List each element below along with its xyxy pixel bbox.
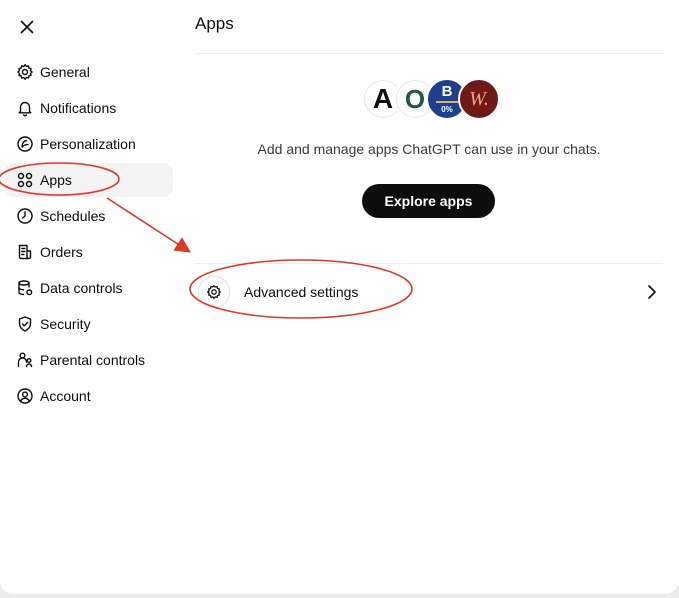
database-icon (16, 279, 34, 297)
personalization-icon (16, 135, 34, 153)
app-logos: A O B 0% W. (362, 78, 500, 120)
sidebar-item-label: General (40, 64, 90, 80)
user-circle-icon (16, 387, 34, 405)
app-logo-b-letter: B (441, 83, 453, 100)
receipt-icon (16, 243, 34, 261)
close-icon (20, 20, 34, 34)
page-title: Apps (195, 14, 234, 33)
settings-modal: General Notifications Personalization Ap… (0, 0, 679, 594)
gear-icon (198, 276, 230, 308)
close-button[interactable] (14, 14, 40, 40)
parent-child-icon (16, 351, 34, 369)
sidebar-item-label: Personalization (40, 136, 136, 152)
sidebar-item-schedules[interactable]: Schedules (5, 199, 173, 233)
sidebar-item-parental-controls[interactable]: Parental controls (5, 343, 173, 377)
advanced-settings-label: Advanced settings (244, 284, 359, 300)
bell-icon (16, 99, 34, 117)
app-logo-o-letter: O (404, 83, 426, 114)
advanced-settings-row[interactable]: Advanced settings (195, 272, 663, 312)
app-logo-b-stripe (436, 101, 458, 103)
sidebar-item-label: Account (40, 388, 91, 404)
gear-icon (16, 63, 34, 81)
sidebar-item-notifications[interactable]: Notifications (5, 91, 173, 125)
sidebar-item-label: Orders (40, 244, 83, 260)
shield-icon (16, 315, 34, 333)
sidebar-item-label: Data controls (40, 280, 123, 296)
header-divider (195, 53, 663, 54)
sidebar-item-label: Notifications (40, 100, 117, 116)
sidebar-item-label: Apps (40, 172, 72, 188)
sidebar-item-label: Security (40, 316, 91, 332)
sidebar-item-label: Parental controls (40, 352, 146, 368)
explore-apps-button[interactable]: Explore apps (362, 184, 495, 218)
apps-grid-icon (16, 171, 34, 189)
sidebar-item-label: Schedules (40, 208, 106, 224)
app-logo-w: W. (458, 78, 500, 120)
sidebar-item-apps[interactable]: Apps (5, 163, 173, 197)
sidebar-item-security[interactable]: Security (5, 307, 173, 341)
apps-panel: Apps A O B 0% W. Add and manage apps Cha… (195, 0, 663, 594)
app-logo-w-letter: W. (469, 87, 489, 110)
sidebar-item-data-controls[interactable]: Data controls (5, 271, 173, 305)
sidebar-item-general[interactable]: General (5, 55, 173, 89)
clock-icon (16, 207, 34, 225)
chevron-right-icon (648, 285, 656, 299)
section-divider (195, 263, 663, 264)
sidebar-item-account[interactable]: Account (5, 379, 173, 413)
app-logo-b-caption: 0% (441, 105, 453, 114)
apps-description: Add and manage apps ChatGPT can use in y… (257, 141, 601, 157)
sidebar-item-orders[interactable]: Orders (5, 235, 173, 269)
app-logo-a-letter: A (372, 83, 394, 114)
sidebar-item-personalization[interactable]: Personalization (5, 127, 173, 161)
settings-sidebar: General Notifications Personalization Ap… (0, 55, 180, 415)
